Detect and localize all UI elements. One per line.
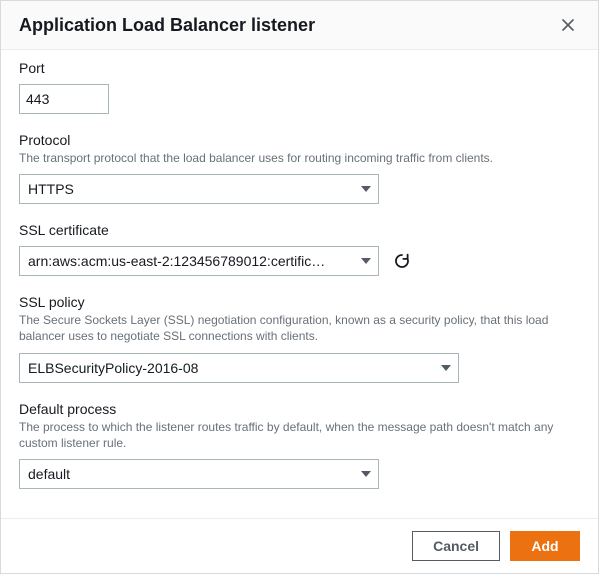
ssl-certificate-group: SSL certificate arn:aws:acm:us-east-2:12…: [19, 222, 580, 276]
default-process-select[interactable]: default: [19, 459, 379, 489]
port-label: Port: [19, 60, 580, 76]
dialog-footer: Cancel Add: [1, 518, 598, 573]
default-process-group: Default process The process to which the…: [19, 401, 580, 489]
close-button[interactable]: [556, 13, 580, 37]
refresh-icon: [393, 252, 411, 270]
port-input[interactable]: [19, 84, 109, 114]
ssl-policy-value: ELBSecurityPolicy-2016-08: [28, 360, 430, 376]
dialog-header: Application Load Balancer listener: [1, 1, 598, 50]
default-process-hint: The process to which the listener routes…: [19, 419, 580, 451]
protocol-value: HTTPS: [28, 181, 350, 197]
ssl-certificate-select[interactable]: arn:aws:acm:us-east-2:123456789012:certi…: [19, 246, 379, 276]
protocol-label: Protocol: [19, 132, 580, 148]
protocol-group: Protocol The transport protocol that the…: [19, 132, 580, 204]
protocol-hint: The transport protocol that the load bal…: [19, 150, 580, 166]
protocol-select[interactable]: HTTPS: [19, 174, 379, 204]
ssl-policy-select[interactable]: ELBSecurityPolicy-2016-08: [19, 353, 459, 383]
ssl-policy-label: SSL policy: [19, 294, 580, 310]
port-group: Port: [19, 60, 580, 114]
refresh-button[interactable]: [391, 250, 413, 272]
add-button[interactable]: Add: [510, 531, 580, 561]
cancel-button[interactable]: Cancel: [412, 531, 500, 561]
dialog-title: Application Load Balancer listener: [19, 15, 315, 36]
ssl-policy-hint: The Secure Sockets Layer (SSL) negotiati…: [19, 312, 580, 344]
ssl-certificate-value: arn:aws:acm:us-east-2:123456789012:certi…: [28, 253, 350, 269]
alb-listener-dialog: Application Load Balancer listener Port …: [1, 1, 598, 573]
dialog-content: Port Protocol The transport protocol tha…: [1, 50, 598, 518]
default-process-label: Default process: [19, 401, 580, 417]
ssl-policy-group: SSL policy The Secure Sockets Layer (SSL…: [19, 294, 580, 382]
ssl-certificate-label: SSL certificate: [19, 222, 580, 238]
close-icon: [560, 17, 576, 33]
default-process-value: default: [28, 466, 350, 482]
